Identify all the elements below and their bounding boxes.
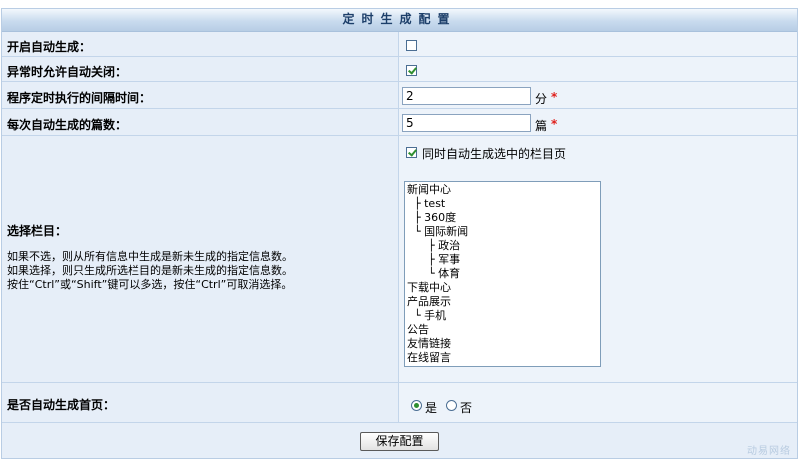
columns-label: 选择栏目： [7,224,68,238]
config-panel: 定时生成配置 开启自动生成： 异常时允许自动关闭： 程序定时执行的间隔时间： 分… [1,8,798,459]
per-batch-input[interactable] [402,114,531,132]
watermark: 动易网络 [747,446,791,457]
row-allow-close: 异常时允许自动关闭： [2,57,797,82]
column-option[interactable]: 产品展示 [405,295,600,309]
enable-auto-checkbox[interactable] [406,40,417,51]
column-option[interactable]: 新闻中心 [405,183,600,197]
interval-unit: 分 [535,92,548,106]
column-option[interactable]: └ 国际新闻 [405,225,600,239]
column-select-list[interactable]: 新闻中心 ├ test ├ 360度 └ 国际新闻 ├ 政治 ├ 军事 └ 体育… [404,181,601,367]
column-option[interactable]: 下载中心 [405,281,600,295]
columns-help-1: 如果不选，则从所有信息中生成是新未生成的指定信息数。 [7,250,293,263]
column-option[interactable]: ├ 军事 [405,253,600,267]
row-homepage: 是否自动生成首页： 是 否 [2,383,797,423]
columns-help-3: 按住“Ctrl”或“Shift”键可以多选，按住“Ctrl”可取消选择。 [7,278,293,291]
column-option[interactable]: ├ test [405,197,600,211]
column-option[interactable]: └ 体育 [405,267,600,281]
interval-label: 程序定时执行的间隔时间： [7,91,152,105]
row-per-batch: 每次自动生成的篇数： 篇 * [2,109,797,136]
row-enable-auto: 开启自动生成： [2,32,797,57]
columns-help-2: 如果选择，则只生成所选栏目的是新未生成的指定信息数。 [7,264,293,277]
row-interval: 程序定时执行的间隔时间： 分 * [2,82,797,109]
column-option[interactable]: 公告 [405,323,600,337]
per-batch-required-mark: * [551,117,558,131]
also-generate-checkbox[interactable] [406,147,417,158]
column-option[interactable]: ├ 政治 [405,239,600,253]
per-batch-label: 每次自动生成的篇数： [7,118,128,132]
homepage-no-radio[interactable] [446,400,457,411]
column-option[interactable]: ├ 360度 [405,211,600,225]
allow-close-checkbox[interactable] [406,65,417,76]
homepage-yes-radio[interactable] [411,400,422,411]
panel-title: 定时生成配置 [2,9,797,32]
also-generate-label: 同时自动生成选中的栏目页 [422,147,567,161]
row-save: 保存配置 动易网络 [2,423,797,458]
per-batch-unit: 篇 [535,119,548,133]
row-columns: 选择栏目： 如果不选，则从所有信息中生成是新未生成的指定信息数。 如果选择，则只… [2,136,797,383]
column-option[interactable]: 友情链接 [405,337,600,351]
homepage-yes-label: 是 [425,401,438,415]
column-option[interactable]: 在线留言 [405,351,600,365]
interval-input[interactable] [402,87,531,105]
homepage-label: 是否自动生成首页： [7,398,116,412]
save-config-button[interactable]: 保存配置 [360,432,439,451]
interval-required-mark: * [551,90,558,104]
column-option[interactable]: └ 手机 [405,309,600,323]
homepage-no-label: 否 [460,401,473,415]
enable-auto-label: 开启自动生成： [7,40,92,54]
allow-close-label: 异常时允许自动关闭： [7,65,128,79]
